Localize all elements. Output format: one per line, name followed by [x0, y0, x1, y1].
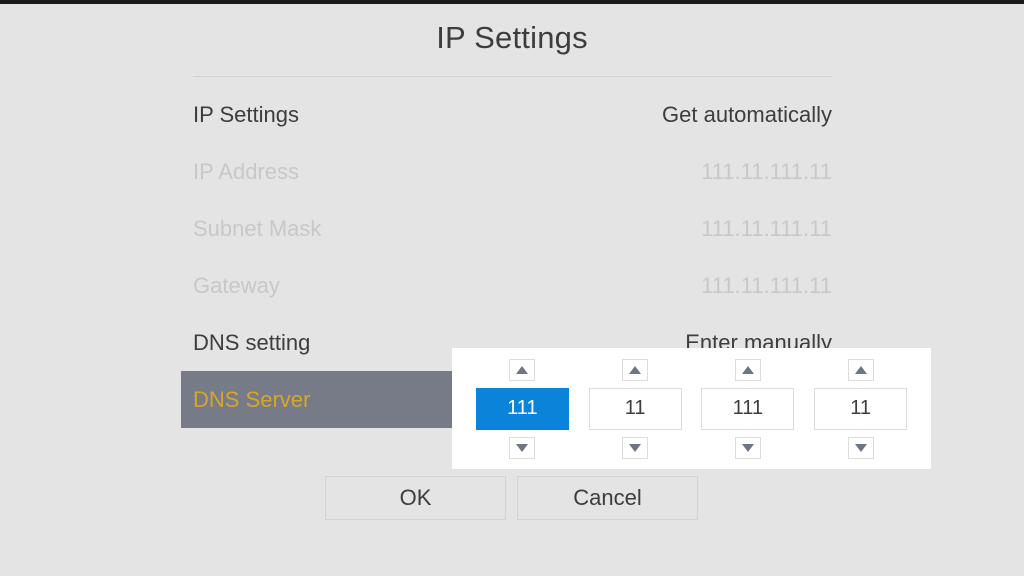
row-label: Subnet Mask [193, 216, 321, 242]
row-label: IP Settings [193, 102, 299, 128]
row-label: DNS setting [193, 330, 310, 356]
page-title: IP Settings [0, 20, 1024, 56]
triangle-down-icon[interactable] [848, 437, 874, 459]
settings-row-gateway: Gateway 111.11.111.11 [193, 272, 832, 300]
triangle-up-icon[interactable] [622, 359, 648, 381]
ip-octet-entry-popup: 111 11 111 11 [452, 348, 931, 469]
octet-input-4[interactable]: 11 [814, 388, 907, 430]
triangle-down-icon[interactable] [622, 437, 648, 459]
cancel-button[interactable]: Cancel [517, 476, 698, 520]
octet-input-1[interactable]: 111 [476, 388, 569, 430]
triangle-down-icon[interactable] [735, 437, 761, 459]
triangle-up-icon[interactable] [509, 359, 535, 381]
octet-group-1: 111 [472, 359, 572, 459]
row-label: IP Address [193, 159, 299, 185]
settings-row-ip-address: IP Address 111.11.111.11 [193, 158, 832, 186]
screen-top-band [0, 0, 1024, 4]
settings-row-ip-settings[interactable]: IP Settings Get automatically [193, 101, 832, 129]
title-divider [193, 76, 832, 77]
triangle-up-icon[interactable] [735, 359, 761, 381]
octet-group-2: 11 [585, 359, 685, 459]
tv-ip-settings-screen: IP Settings IP Settings Get automaticall… [0, 0, 1024, 576]
settings-row-subnet-mask: Subnet Mask 111.11.111.11 [193, 215, 832, 243]
octet-group-3: 111 [698, 359, 798, 459]
triangle-down-icon[interactable] [509, 437, 535, 459]
row-value: Get automatically [662, 102, 832, 128]
octet-group-4: 11 [811, 359, 911, 459]
octet-input-3[interactable]: 111 [701, 388, 794, 430]
row-value: 111.11.111.11 [701, 159, 832, 185]
ok-button[interactable]: OK [325, 476, 506, 520]
row-label: DNS Server [193, 387, 310, 413]
row-value: 111.11.111.11 [701, 273, 832, 299]
row-label: Gateway [193, 273, 280, 299]
octet-input-2[interactable]: 11 [589, 388, 682, 430]
row-value: 111.11.111.11 [701, 216, 832, 242]
triangle-up-icon[interactable] [848, 359, 874, 381]
